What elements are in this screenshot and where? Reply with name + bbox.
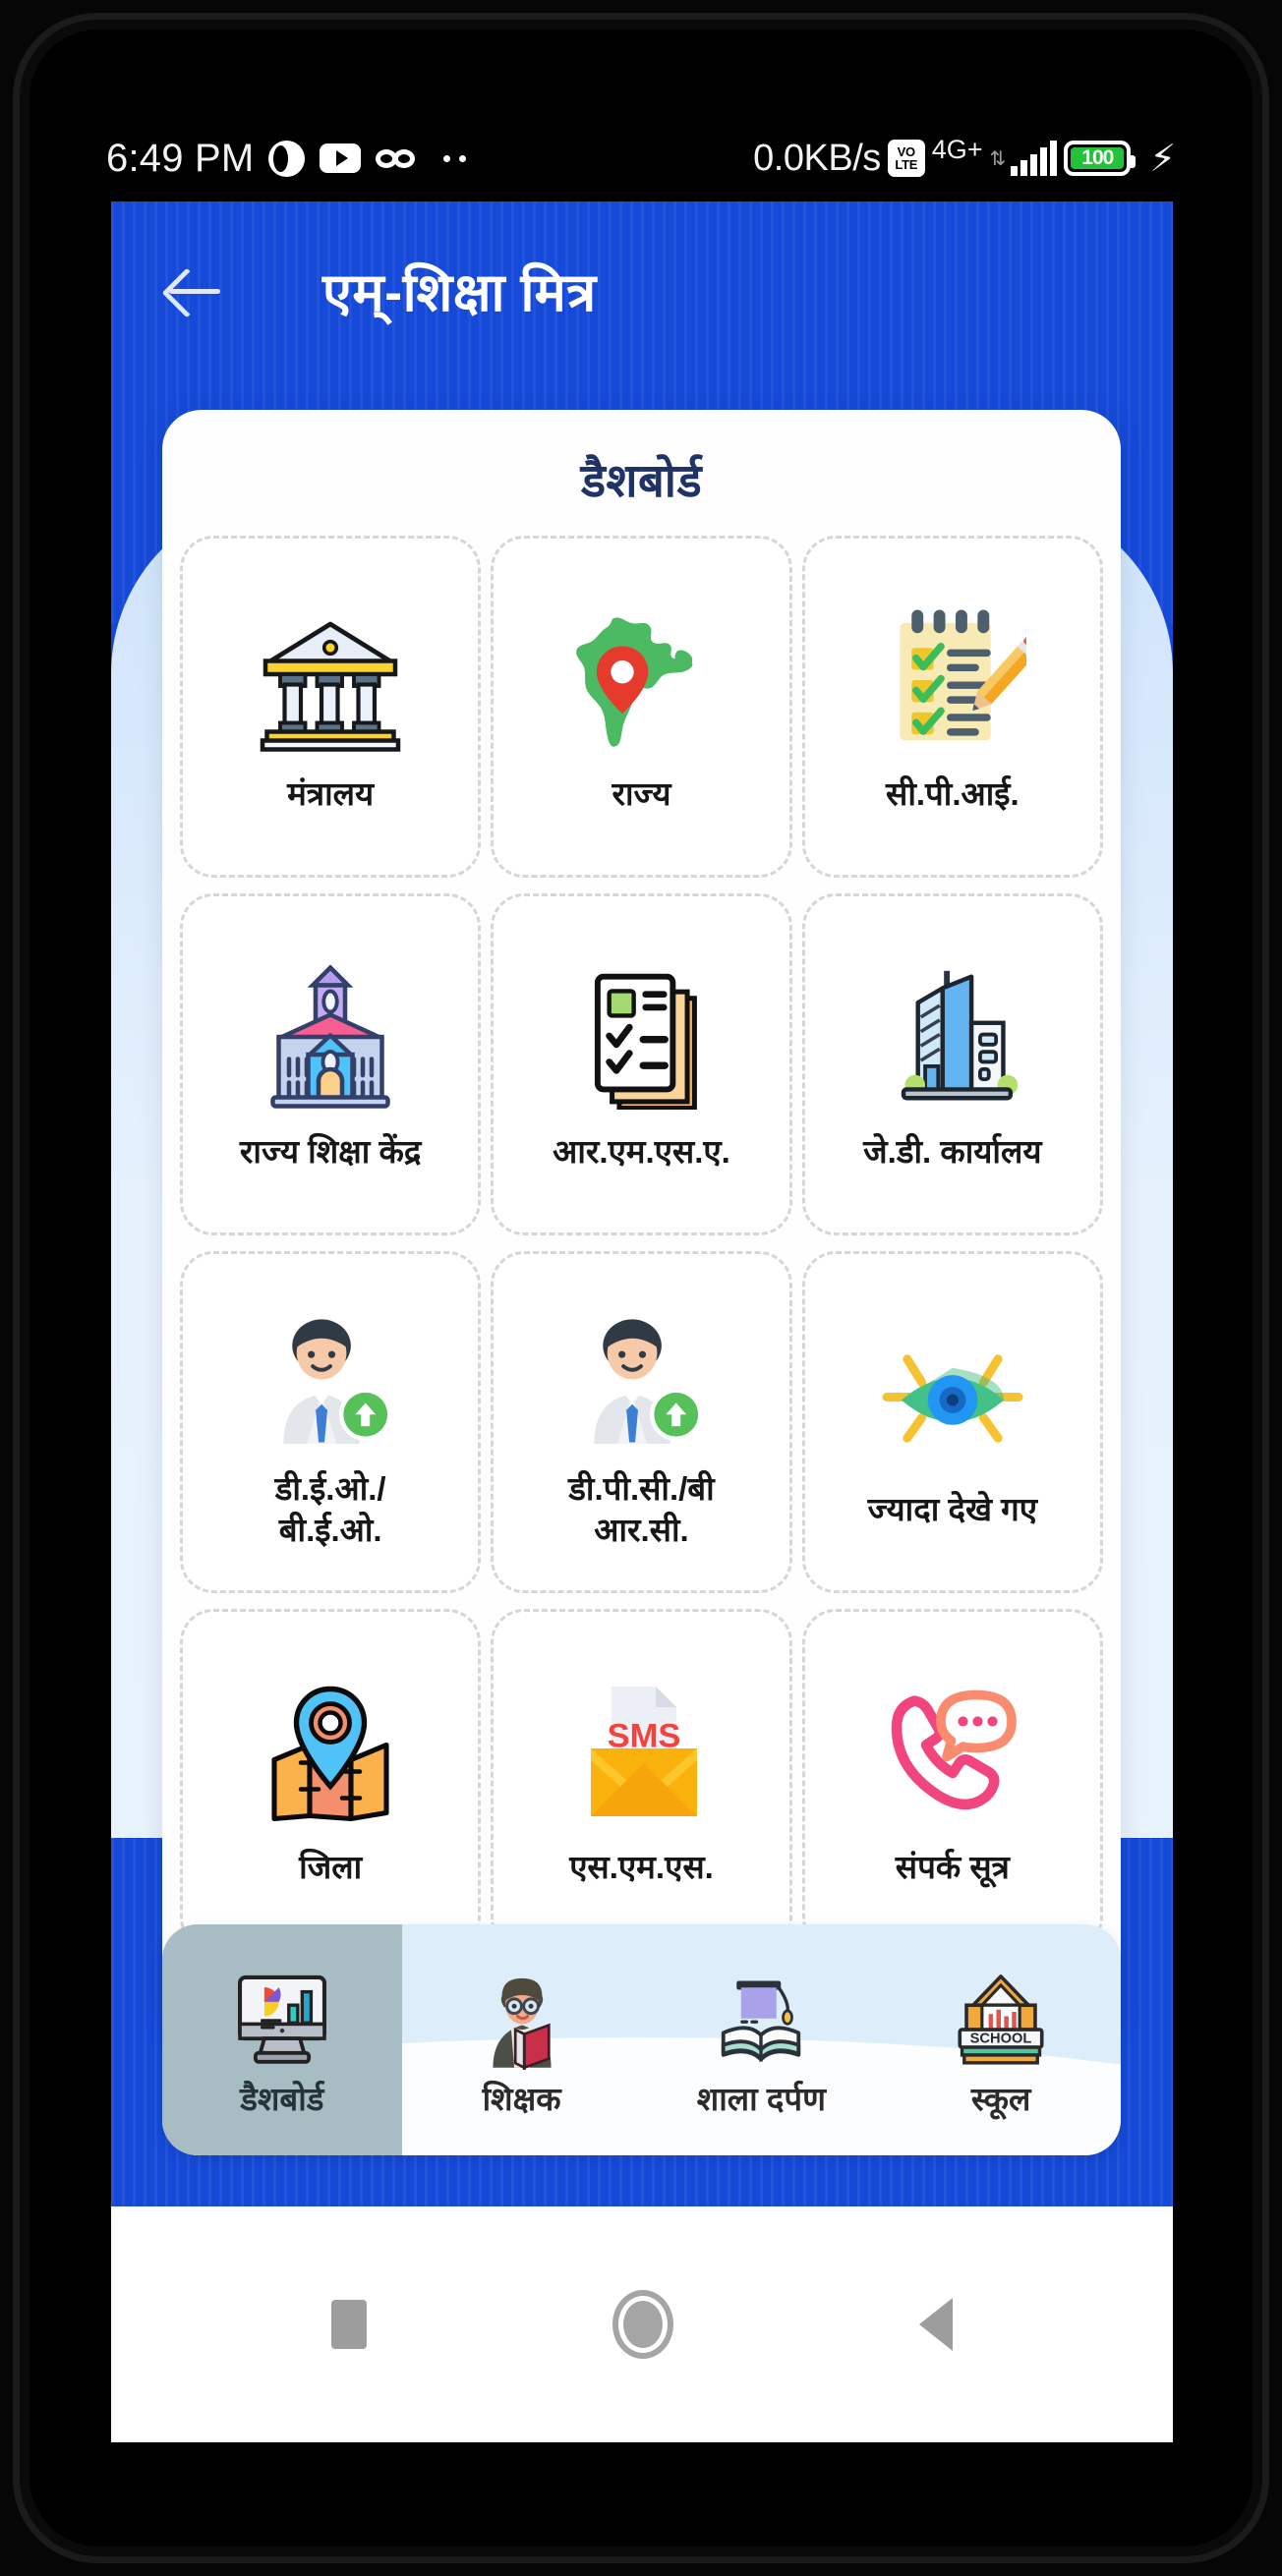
tile-state[interactable]: राज्य [491,536,792,878]
tile-deo-beo[interactable]: डी.ई.ओ./ बी.ई.ओ. [180,1251,482,1593]
status-bar-left: 6:49 PM [106,136,467,181]
page-title: डैशबोर्ड [580,454,703,506]
india-map-pin-icon [562,600,720,752]
documents-checklist-icon [562,957,720,1110]
svg-text:SCHOOL: SCHOOL [970,2032,1032,2047]
tile-sms[interactable]: SMS एस.एम.एस. [491,1609,792,1951]
back-button[interactable] [141,236,249,344]
more-dots-icon [443,154,467,162]
tile-label: जे.डी. कार्यालय [863,1132,1042,1170]
network-type: 4G+ [931,134,983,164]
dashboard-card: डैशबोर्ड मंत्रालय राज्य सी.पी.आई. राज्य … [162,410,1121,2041]
tile-most-viewed[interactable]: ज्यादा देखे गए [801,1251,1103,1593]
tile-dpc-brc[interactable]: डी.पी.सी./बी आर.सी. [491,1251,792,1593]
circle-home-icon[interactable] [612,2290,673,2359]
tile-label: डी.पी.सी./बी आर.सी. [568,1470,715,1548]
map-location-icon [252,1673,409,1825]
square-recents-icon[interactable] [331,2300,367,2349]
signal-strength-icon [1011,141,1058,176]
tile-label: ज्यादा देखे गए [867,1490,1037,1527]
phone-chat-icon [874,1673,1031,1825]
sms-envelope-icon: SMS [562,1673,720,1825]
tile-label: आर.एम.एस.ए. [553,1132,730,1170]
nav-item-school[interactable]: SCHOOL स्कूल [881,1924,1121,2155]
app-screen: एम्-शिक्षा मित्र डैशबोर्ड मंत्रालय राज्य… [111,201,1173,2442]
tile-label: डी.ई.ओ./ बी.ई.ओ. [274,1470,386,1548]
nav-item-shala-darpan[interactable]: शाला दर्पण [642,1924,882,2155]
charging-bolt-icon: ⚡ [1149,138,1176,180]
tile-label: जिला [299,1848,363,1885]
dashboard-monitor-icon [231,1960,333,2070]
checklist-notepad-pencil-icon [874,600,1031,752]
triangle-back-icon[interactable] [919,2298,953,2351]
tile-label: मंत्रालय [287,774,375,812]
nav-item-teacher[interactable]: शिक्षक [402,1924,642,2155]
government-building-icon [252,600,409,752]
tile-label: सी.पी.आई. [886,774,1020,812]
glasses-icon [376,148,416,168]
school-icon: SCHOOL [949,1960,1053,2070]
school-building-icon [252,957,409,1110]
tile-label: राज्य शिक्षा केंद्र [239,1132,422,1170]
nav-item-label: डैशबोर्ड [240,2081,324,2117]
status-bar: 6:49 PM 0.0KB/s VO LTE 4G+ ⇅ 100 ⚡ [29,116,1253,200]
app-bar: एम्-शिक्षा मित्र [111,201,1173,378]
officer-upgrade-icon [252,1294,409,1447]
app-title: एम्-शिक्षा मित्र [322,263,597,322]
eye-views-icon [874,1315,1031,1467]
status-bar-right: 0.0KB/s VO LTE 4G+ ⇅ 100 ⚡ [753,134,1176,181]
tile-district[interactable]: जिला [180,1609,482,1951]
network-speed: 0.0KB/s [753,137,881,179]
battery-icon: 100 [1064,141,1136,176]
tile-label: संपर्क सूत्र [895,1848,1010,1885]
status-time: 6:49 PM [106,136,255,180]
android-navigation-bar [111,2206,1173,2442]
tile-state-education-center[interactable]: राज्य शिक्षा केंद्र [180,893,482,1235]
nav-item-label: स्कूल [970,2081,1031,2117]
volte-bottom-text: LTE [895,157,918,172]
tile-cpi[interactable]: सी.पी.आई. [801,536,1103,878]
back-arrow-icon [167,262,222,317]
tile-ministry[interactable]: मंत्रालय [180,536,482,878]
circle-percent-icon [268,140,306,177]
tile-rmsa[interactable]: आर.एम.एस.ए. [491,893,792,1235]
volte-icon: VO LTE [887,140,925,177]
data-transfer-icon: ⇅ [989,147,1007,170]
office-tower-icon [874,957,1031,1110]
tile-contact[interactable]: संपर्क सूत्र [801,1609,1103,1951]
officer-upgrade-icon [562,1294,720,1447]
phone-device: 6:49 PM 0.0KB/s VO LTE 4G+ ⇅ 100 ⚡ एम्-श… [0,0,1282,2576]
bottom-navigation: डैशबोर्ड शिक्षक शाला दर्पण SCHOOL स्कूल [162,1924,1121,2155]
dashboard-grid: मंत्रालय राज्य सी.पी.आई. राज्य शिक्षा के… [180,536,1103,1951]
nav-item-dashboard[interactable]: डैशबोर्ड [162,1924,402,2155]
battery-level: 100 [1071,146,1125,169]
tile-label: एस.एम.एस. [569,1848,714,1885]
nav-item-label: शिक्षक [482,2081,561,2117]
youtube-icon [320,143,362,173]
nav-item-label: शाला दर्पण [696,2081,826,2117]
tile-label: राज्य [612,774,671,812]
graduation-book-icon [708,1960,814,2070]
teacher-icon [473,1960,571,2070]
tile-jd-office[interactable]: जे.डी. कार्यालय [801,893,1103,1235]
